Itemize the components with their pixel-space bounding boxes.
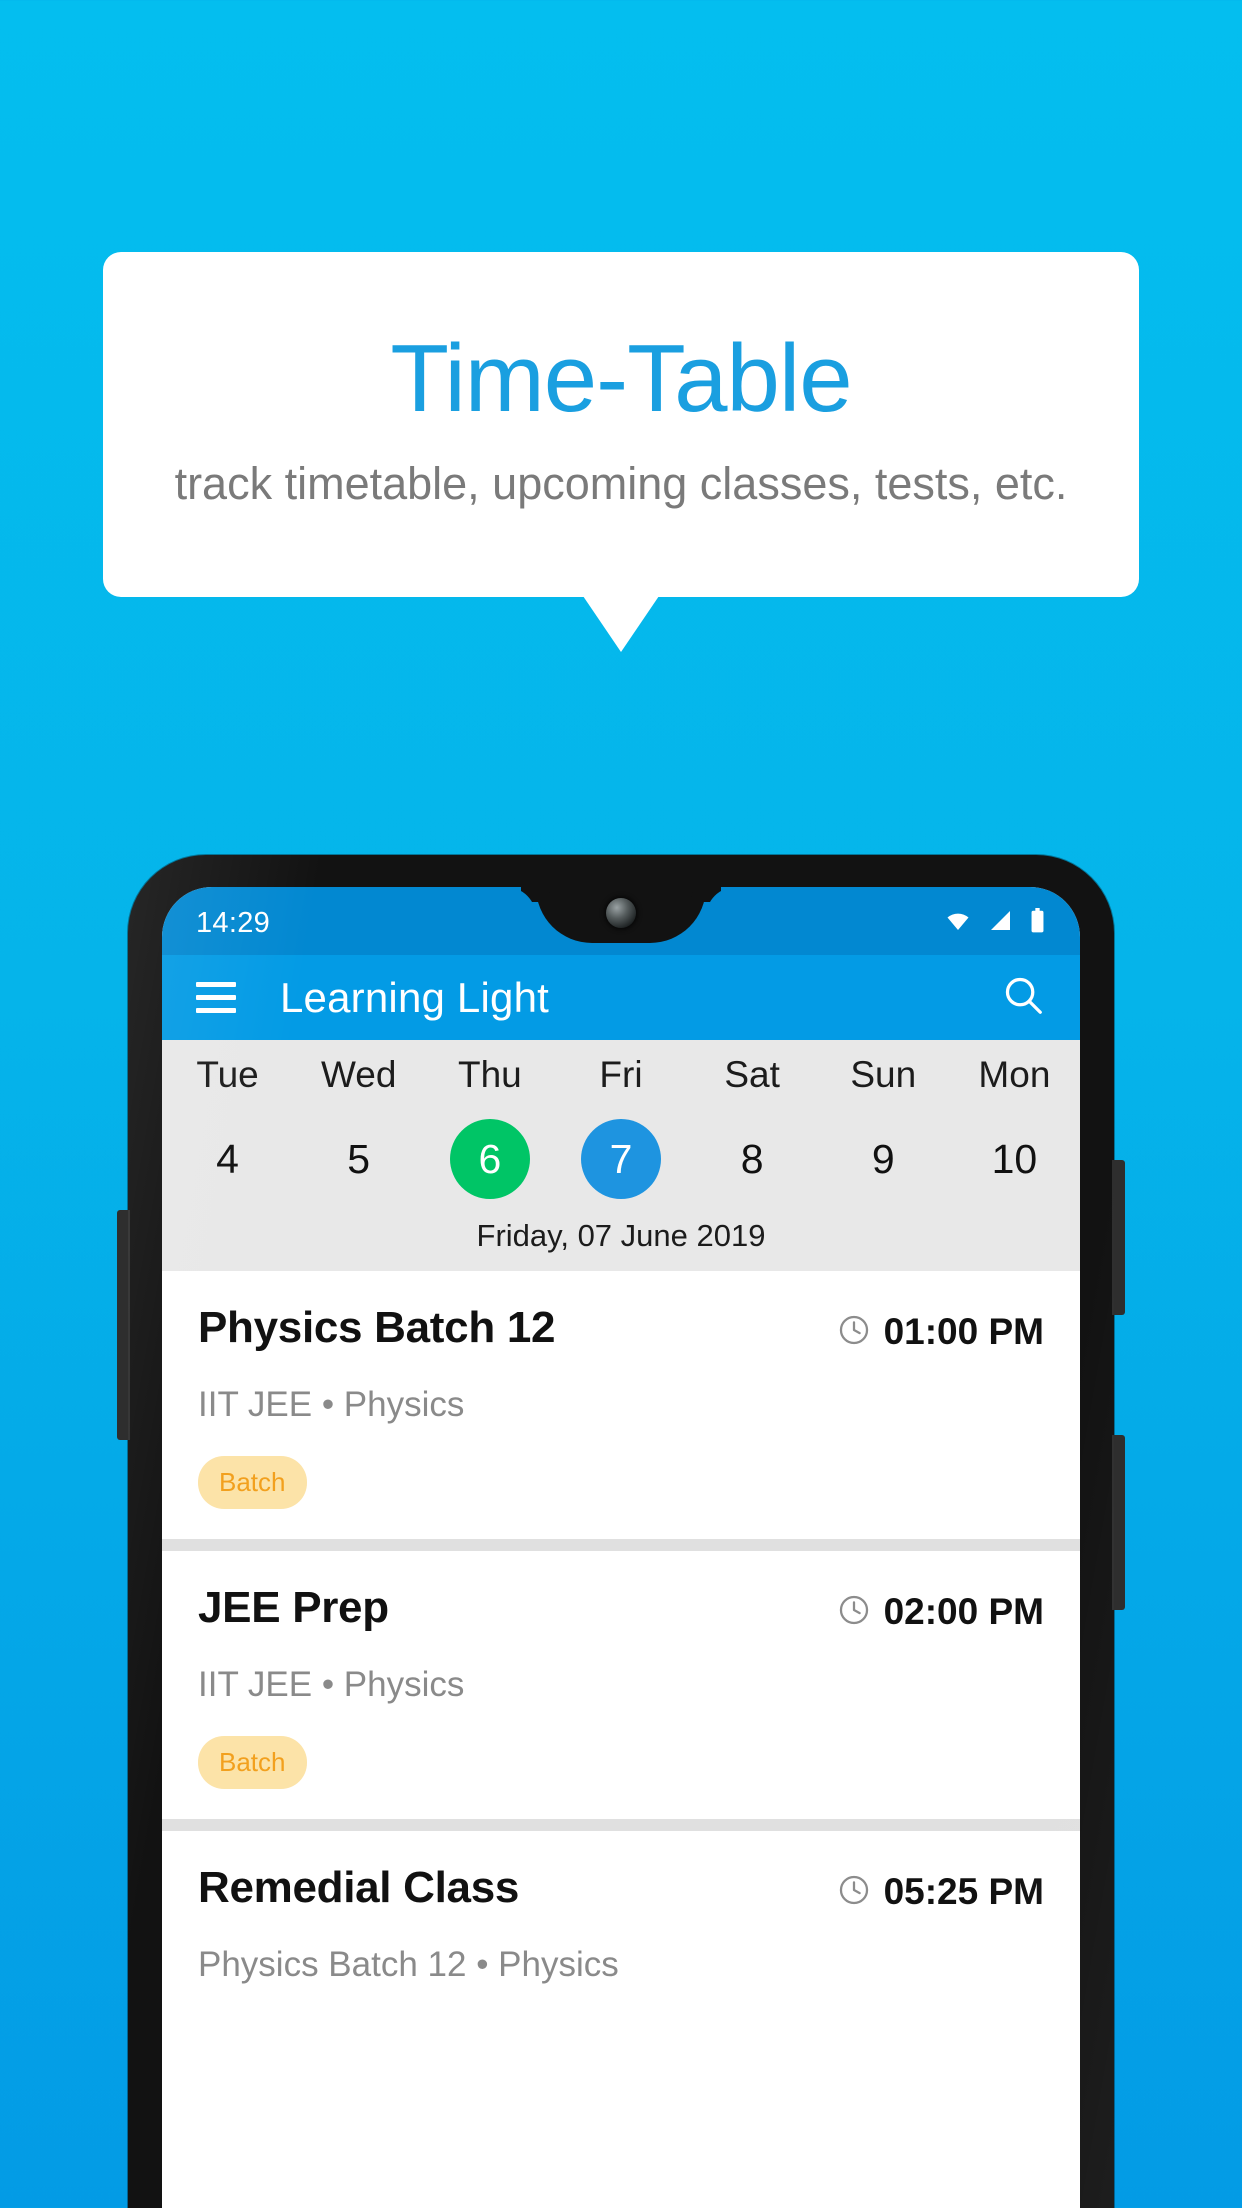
day-number: 7 [580, 1119, 661, 1199]
app-bar: Learning Light [162, 955, 1080, 1040]
event-subtitle: Physics Batch 12 • Physics [198, 1945, 619, 1984]
battery-icon [1029, 907, 1046, 939]
event-card[interactable]: Remedial Class 05:25 PM Physics Batch 12 •… [162, 1831, 1080, 2015]
day-name: Wed [321, 1054, 397, 1095]
day-number: 4 [216, 1135, 239, 1182]
day-cell-mon[interactable]: Mon 10 [949, 1056, 1080, 1199]
day-number: 10 [991, 1135, 1038, 1182]
event-title: JEE Prep [198, 1583, 389, 1632]
day-name: Thu [457, 1054, 522, 1095]
selected-date-label: Friday, 07 June 2019 [476, 1218, 766, 1253]
day-cell-thu[interactable]: Thu 6 [424, 1056, 555, 1199]
hamburger-icon[interactable] [196, 982, 236, 1013]
day-cell-tue[interactable]: Tue 4 [162, 1056, 293, 1199]
event-subtitle: IIT JEE • Physics [198, 1665, 465, 1704]
day-name: Sat [724, 1054, 780, 1095]
clock-icon [837, 1313, 871, 1352]
date-strip: Tue 4 Wed 5 Thu 6 Fri 7 Sat 8 Sun 9 Mon 10 Friday, 07… [162, 1040, 1080, 1271]
event-header: Physics Batch 12 01:00 PM [198, 1303, 1044, 1353]
day-cell-fri[interactable]: Fri 7 [555, 1056, 686, 1199]
event-title: Physics Batch 12 [198, 1303, 556, 1352]
signal-icon [988, 909, 1014, 938]
page-title: Time-Table [390, 325, 852, 433]
status-bar: 14:29 [162, 887, 1080, 955]
clock-icon [837, 1873, 871, 1912]
event-time: 02:00 PM [883, 1591, 1044, 1632]
day-name: Fri [599, 1054, 643, 1095]
event-title: Remedial Class [198, 1863, 520, 1912]
promo-bubble: Time-Table track timetable, upcoming cla… [103, 252, 1139, 597]
day-row: Tue 4 Wed 5 Thu 6 Fri 7 Sat 8 Sun 9 Mon 10 [162, 1056, 1080, 1199]
event-time: 01:00 PM [883, 1311, 1044, 1352]
event-list[interactable]: Physics Batch 12 01:00 PM IIT JEE • Physic… [162, 1271, 1080, 2015]
day-name: Tue [196, 1054, 259, 1095]
day-name: Sun [850, 1054, 917, 1095]
event-time-group: 02:00 PM [837, 1585, 1044, 1633]
day-cell-sun[interactable]: Sun 9 [818, 1056, 949, 1199]
status-icons [943, 907, 1046, 939]
event-time-group: 01:00 PM [837, 1305, 1044, 1353]
app-title: Learning Light [280, 973, 550, 1021]
status-badge: Batch [198, 1736, 307, 1789]
front-camera-icon [606, 898, 636, 928]
phone-side-button-left[interactable] [117, 1210, 130, 1440]
event-header: Remedial Class 05:25 PM [198, 1863, 1044, 1913]
day-name: Mon [978, 1054, 1051, 1095]
day-cell-wed[interactable]: Wed 5 [293, 1056, 424, 1199]
event-subtitle: IIT JEE • Physics [198, 1385, 465, 1424]
event-header: JEE Prep 02:00 PM [198, 1583, 1044, 1633]
status-time: 14:29 [196, 906, 271, 939]
event-card[interactable]: Physics Batch 12 01:00 PM IIT JEE • Physic… [162, 1271, 1080, 1539]
promo-subtitle: track timetable, upcoming classes, tests… [174, 457, 1068, 509]
day-number: 8 [740, 1135, 764, 1182]
clock-icon [837, 1593, 871, 1632]
phone-notch [536, 887, 706, 943]
day-number: 6 [449, 1119, 530, 1199]
phone-volume-button[interactable] [1112, 1160, 1125, 1315]
event-card[interactable]: JEE Prep 02:00 PM IIT JEE • Physics Batch [162, 1551, 1080, 1819]
day-number: 9 [871, 1135, 895, 1182]
status-badge: Batch [198, 1456, 307, 1509]
event-time-group: 05:25 PM [837, 1865, 1044, 1913]
day-number: 5 [347, 1135, 371, 1182]
phone-screen: 14:29 Learning Light Tue 4 Wed 5 Thu 6 F… [162, 887, 1080, 2208]
day-cell-sat[interactable]: Sat 8 [687, 1056, 818, 1199]
wifi-icon [943, 909, 973, 938]
search-icon[interactable] [1000, 972, 1046, 1023]
phone-frame: 14:29 Learning Light Tue 4 Wed 5 Thu 6 F… [117, 855, 1125, 2208]
event-time: 05:25 PM [883, 1871, 1044, 1912]
phone-power-button[interactable] [1112, 1435, 1125, 1610]
promo-bubble-tail [583, 596, 659, 652]
